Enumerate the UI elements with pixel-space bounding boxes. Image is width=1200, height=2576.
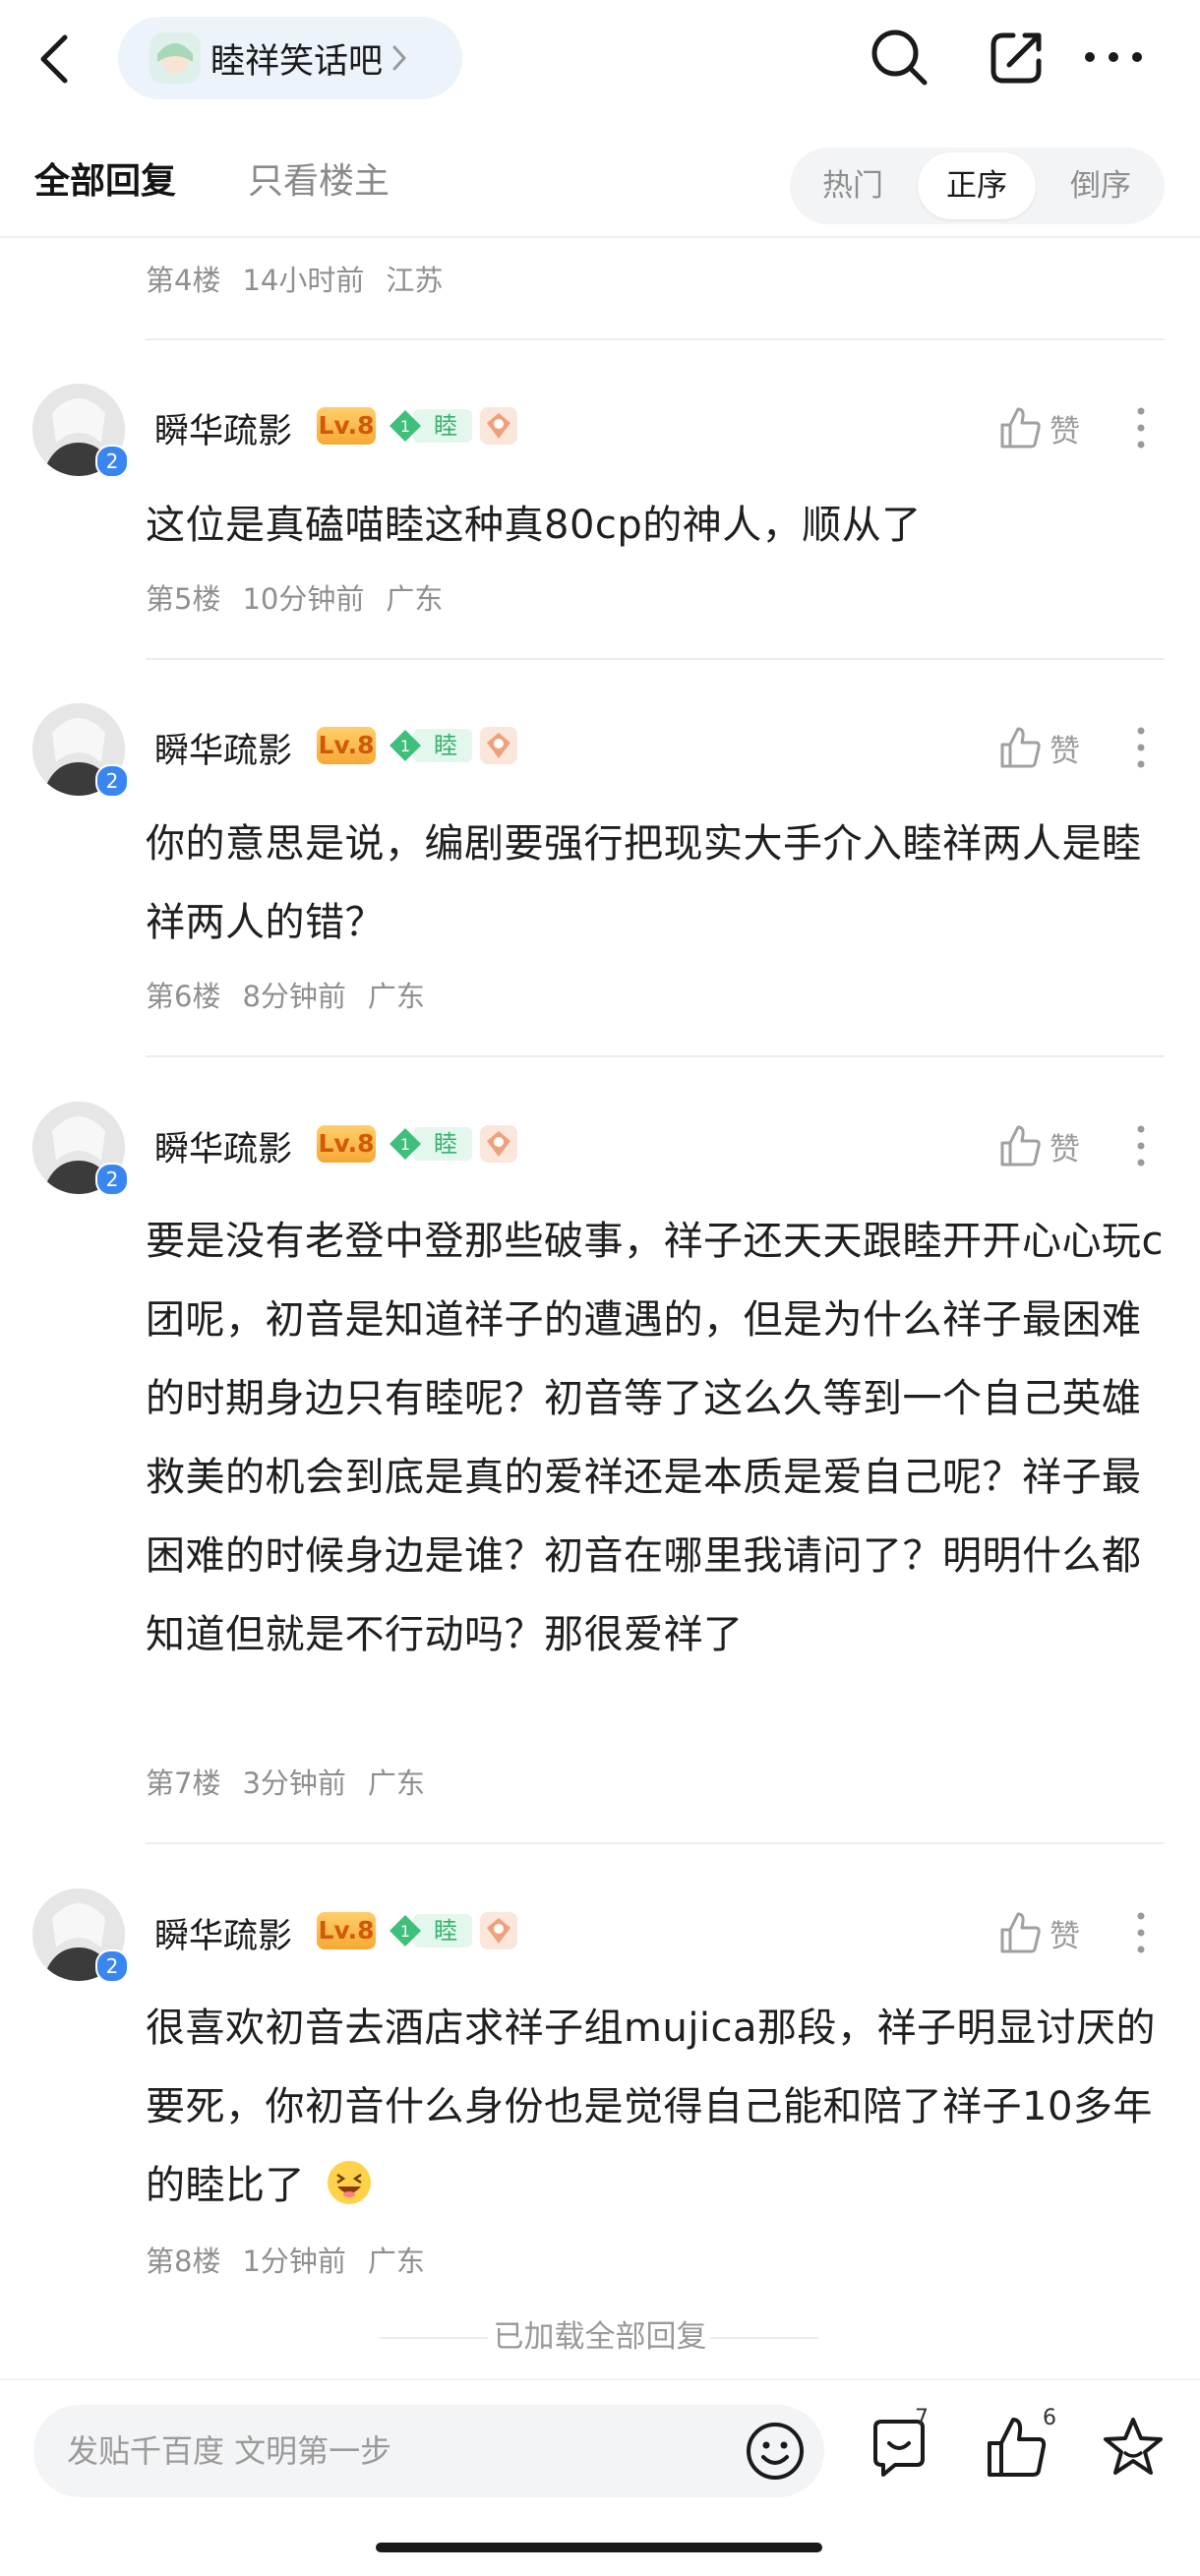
star-icon [1104,2418,1163,2475]
avatar[interactable]: 2 [32,1888,129,1983]
home-indicator[interactable] [376,2543,822,2552]
comment-button[interactable]: 7 [866,2406,940,2488]
reply-input[interactable]: 发贴千百度 文明第一步 [33,2405,824,2497]
level-badge: Lv.8 [317,407,376,445]
sort-hot[interactable]: 热门 [794,148,912,224]
avatar[interactable]: 2 [32,1102,129,1196]
post-divider [146,1055,1165,1057]
comment-count: 7 [915,2406,929,2430]
sort-ascending[interactable]: 正序 [918,152,1036,219]
gem-icon: 1 [390,1128,421,1160]
user-name[interactable]: 瞬华疏影 [154,1121,292,1171]
tab-only-op[interactable]: 只看楼主 [248,152,390,204]
avatar-level-badge: 2 [95,1163,129,1196]
post-meta: 第6楼 8分钟前 广东 [146,980,425,1013]
like-button[interactable]: 赞 [998,1121,1087,1170]
post-text: 很喜欢初音去酒店求祥子组mujica那段，祥子明显讨厌的要死，你初音什么身份也是… [146,2006,1157,2208]
post-meta: 第7楼 3分钟前 广东 [146,1767,425,1800]
more-vertical-icon [1137,407,1145,449]
level-badge: Lv.8 [317,1125,376,1163]
fan-badge: 睦 1 [388,727,472,764]
share-icon [990,32,1042,84]
fan-badge: 睦 1 [388,407,472,445]
reply-input-placeholder: 发贴千百度 文明第一步 [67,2432,392,2470]
divider-line [710,2337,818,2339]
thumbs-up-icon [988,2418,1047,2477]
search-icon [871,30,928,86]
chevron-right-icon [392,45,407,71]
post-divider [146,338,1165,340]
honor-badge [480,727,517,764]
gem-icon: 1 [390,1915,421,1947]
thumbs-up-icon [1000,407,1041,449]
share-button[interactable] [980,20,1054,94]
like-count: 6 [1043,2406,1056,2430]
honor-badge [480,1912,517,1949]
post-meta: 第8楼 1分钟前 广东 [146,2245,425,2278]
svg-text:1: 1 [400,1922,410,1941]
avatar-level-badge: 2 [95,764,129,798]
more-options-button[interactable] [1127,1908,1155,1957]
like-button[interactable]: 赞 [998,403,1087,452]
emoji-icon[interactable] [744,2420,807,2483]
user-name[interactable]: 瞬华疏影 [154,403,292,453]
svg-text:1: 1 [400,1135,410,1154]
sort-descending[interactable]: 倒序 [1042,148,1160,224]
post-content: 很喜欢初音去酒店求祥子组mujica那段，祥子明显讨厌的要死，你初音什么身份也是… [146,1989,1169,2225]
more-horizontal-icon [1085,52,1142,62]
more-vertical-icon [1137,1912,1145,1953]
avatar[interactable]: 2 [32,384,129,478]
more-options-button[interactable] [1127,723,1155,772]
more-vertical-icon [1137,727,1145,768]
user-name[interactable]: 瞬华疏影 [154,723,292,773]
avatar[interactable]: 2 [32,703,129,798]
more-vertical-icon [1137,1125,1145,1167]
back-arrow-icon [40,34,68,84]
thumbs-up-icon [1000,727,1041,768]
sort-toggle: 热门 正序 倒序 [790,148,1165,224]
gem-icon: 1 [390,410,421,442]
forum-name: 睦祥笑话吧 [210,41,384,82]
gem-icon: 1 [390,730,421,761]
svg-text:1: 1 [400,737,410,755]
search-button[interactable] [862,20,936,94]
like-button[interactable]: 赞 [998,723,1087,772]
level-badge: Lv.8 [317,727,376,764]
level-badge: Lv.8 [317,1912,376,1949]
thumbs-up-icon [1000,1912,1041,1953]
more-options-button[interactable] [1127,1121,1155,1170]
grinning-squint-emoji-icon [328,2161,372,2204]
honor-badge [480,1125,517,1163]
forum-avatar [150,32,201,84]
fan-badge: 睦 1 [388,1125,472,1163]
honor-icon [487,1131,510,1157]
post-content: 这位是真磕喵睦这种真80cp的神人，顺从了 [146,503,922,548]
post-divider [146,1842,1165,1844]
avatar-level-badge: 2 [95,1949,129,1983]
post-content: 你的意思是说，编剧要强行把现实大手介入睦祥两人是睦祥两人的错？ [146,821,1142,945]
tab-all-replies[interactable]: 全部回复 [34,152,176,204]
post-meta: 第5楼 10分钟前 广东 [146,582,444,616]
svg-text:1: 1 [400,417,410,436]
honor-icon [487,413,510,439]
avatar-level-badge: 2 [95,445,129,478]
forum-link[interactable]: 睦祥笑话吧 [118,17,462,99]
post-content: 要是没有老登中登那些破事，祥子还天天跟睦开开心心玩c团呢，初音是知道祥子的遭遇的… [146,1219,1164,1657]
like-post-button[interactable]: 6 [984,2406,1058,2488]
honor-icon [487,733,510,758]
favorite-button[interactable] [1100,2414,1174,2488]
more-menu-button[interactable] [1076,20,1151,94]
thumbs-up-icon [1000,1125,1041,1167]
loaded-all-text: 已加载全部回复 [493,2319,707,2355]
post-divider [146,658,1165,660]
header-divider [0,236,1200,238]
more-options-button[interactable] [1127,403,1155,452]
like-button[interactable]: 赞 [998,1908,1087,1957]
honor-icon [487,1918,510,1944]
post-meta: 第4楼 14小时前 江苏 [146,264,444,297]
honor-badge [480,407,517,445]
user-name[interactable]: 瞬华疏影 [154,1908,292,1958]
fan-badge: 睦 1 [388,1912,472,1949]
back-button[interactable] [28,30,87,89]
